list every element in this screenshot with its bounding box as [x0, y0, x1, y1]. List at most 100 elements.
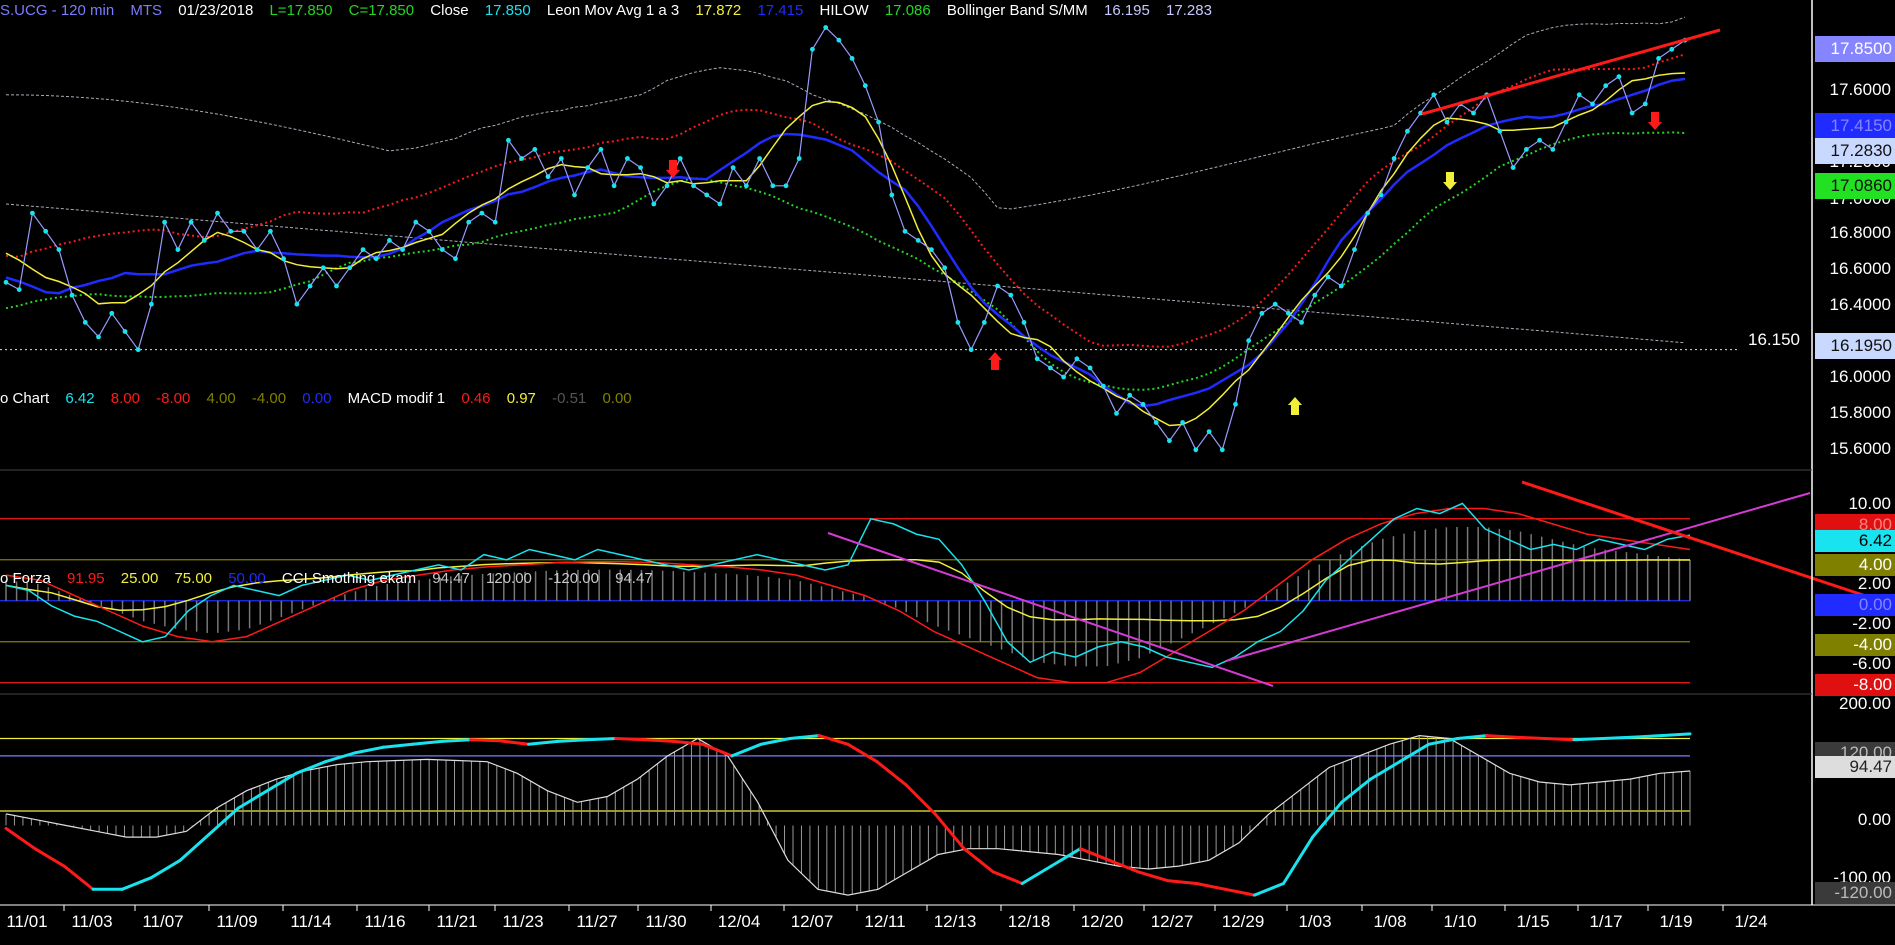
x-tick-label: 11/16 [364, 912, 406, 931]
price-point [691, 183, 696, 189]
cci-main-segment [1136, 870, 1169, 883]
price-point [757, 156, 762, 161]
price-point [664, 183, 670, 189]
x-tick-label: 1/08 [1373, 912, 1407, 931]
price-point [43, 228, 49, 234]
price-point [1444, 119, 1450, 125]
x-tick-label: 12/11 [864, 912, 906, 931]
force-v3: 75.00 [174, 570, 213, 587]
cci-main-segment [1078, 847, 1111, 862]
cci-main-segment [1543, 737, 1576, 742]
x-tick-label: 11/01 [6, 912, 48, 931]
x-tick-label: 11/23 [502, 912, 544, 931]
price-point [1352, 247, 1357, 253]
price-point [823, 25, 829, 30]
price-point [1629, 110, 1635, 116]
price-point [175, 247, 181, 253]
price-tick-4: 16.8000 [1829, 223, 1891, 242]
cci-main-segment [33, 847, 66, 868]
macd-box-0: 0.00 [1815, 594, 1895, 616]
cci-main-segment [585, 737, 618, 742]
price-tick-6: 16.4000 [1829, 295, 1891, 314]
price-point [201, 238, 207, 243]
price-point [228, 228, 234, 234]
cci-main-segment [149, 858, 182, 880]
price-point [585, 165, 591, 171]
price-point [572, 192, 577, 198]
cci-main-segment [672, 739, 705, 746]
price-point [3, 279, 9, 285]
price-point [1074, 356, 1080, 362]
x-tick-label: 12/04 [717, 912, 761, 931]
price-point [1669, 46, 1675, 52]
x-tick-label: 1/03 [1298, 912, 1332, 931]
price-point [30, 210, 35, 216]
level-label: 16.150 [1748, 330, 1800, 349]
cci-main-segment [1572, 737, 1605, 742]
cci-main-segment [614, 737, 647, 742]
price-point [281, 256, 286, 262]
force-header: o Forza 91.95 25.00 75.00 50.00 CCI Smot… [0, 568, 665, 590]
x-tick-label: 12/07 [790, 912, 834, 931]
price-point [1405, 128, 1410, 134]
macd-v5: -4.00 [251, 390, 287, 407]
price-point [241, 228, 247, 234]
price-point [1114, 411, 1119, 416]
x-tick-label: 11/21 [436, 912, 478, 931]
price-point [1180, 420, 1185, 425]
price-tick-7: 16.0000 [1829, 367, 1891, 386]
macd-v4: 4.00 [206, 390, 236, 407]
macd-v6: 0.00 [302, 390, 332, 407]
price-point [558, 156, 564, 161]
price-point [519, 156, 524, 161]
bb-name: Bollinger Band S/MM [946, 2, 1088, 19]
red-ma-line [5, 53, 1686, 348]
bb-value-1: 16.195 [1103, 2, 1150, 19]
macd-v3: -8.00 [156, 390, 191, 407]
price-point [651, 201, 657, 207]
cci-main-segment [962, 847, 995, 874]
force-v4: 50.00 [228, 570, 266, 587]
price-line [5, 26, 1686, 452]
price-point [1642, 101, 1648, 107]
cci-main-segment [1107, 858, 1140, 874]
cci-main-segment [701, 742, 734, 758]
cci-main-segment [904, 783, 937, 816]
price-point [810, 46, 815, 52]
price-point [743, 183, 749, 189]
cci-main-segment [207, 806, 240, 836]
close-eq-label: C=17.850 [348, 2, 415, 19]
cci-main-segment [1514, 735, 1547, 740]
price-point [1153, 420, 1159, 425]
cci-main-segment [4, 826, 37, 851]
cci-main-segment [1630, 734, 1663, 739]
hilow-box: 17.0860 [1815, 173, 1895, 199]
price-point [373, 256, 379, 262]
price-tick-8: 15.8000 [1829, 403, 1891, 422]
cci-main-segment [1253, 882, 1285, 897]
price-point [1365, 210, 1371, 216]
price-point [1378, 192, 1384, 198]
hilow-value: 17.086 [884, 2, 931, 19]
last-price-box: 17.8500 [1815, 36, 1895, 62]
cci-main-segment [817, 734, 850, 746]
price-point [1286, 310, 1291, 316]
price-point [1391, 156, 1397, 161]
price-point [479, 210, 485, 216]
cci-main-segment [1340, 777, 1373, 804]
price-point [360, 247, 366, 253]
price-point [942, 265, 948, 271]
x-tick-label: 12/29 [1221, 912, 1265, 931]
price-point [889, 192, 895, 198]
price-point [1272, 301, 1278, 307]
x-tick-label: 11/30 [645, 912, 687, 931]
force-prefix: o Forza [0, 570, 51, 587]
low-label: L=17.850 [269, 2, 333, 19]
price-point [1193, 447, 1199, 453]
x-tick-label: 1/10 [1443, 912, 1477, 931]
macd-header: o Chart 6.42 8.00 -8.00 4.00 -4.00 0.00 … [0, 388, 644, 410]
price-point [717, 201, 723, 207]
price-point [1140, 401, 1146, 407]
price-point [1616, 74, 1622, 79]
macd-name: MACD modif 1 [347, 390, 446, 407]
